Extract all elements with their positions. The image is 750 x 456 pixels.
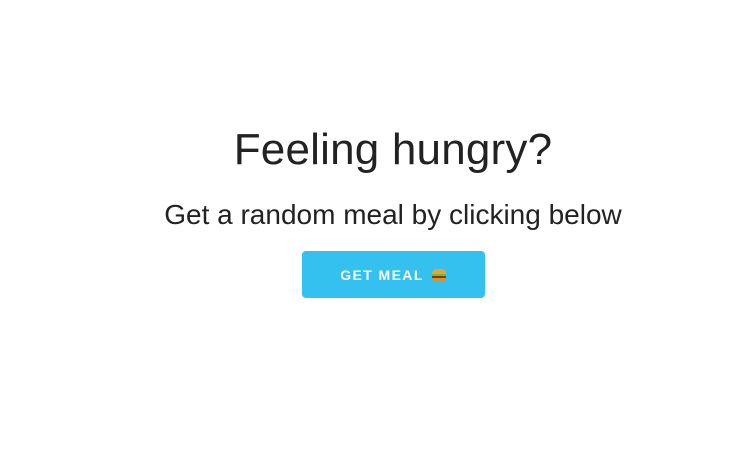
get-meal-button-label: GET MEAL bbox=[340, 266, 424, 283]
page-subtitle: Get a random meal by clicking below bbox=[164, 199, 622, 230]
hero-section: Feeling hungry? Get a random meal by cli… bbox=[0, 124, 750, 298]
page-title: Feeling hungry? bbox=[233, 125, 553, 174]
get-meal-button[interactable]: GET MEAL bbox=[301, 251, 485, 298]
page: Feeling hungry? Get a random meal by cli… bbox=[0, 0, 750, 456]
hamburger-icon bbox=[431, 268, 446, 281]
